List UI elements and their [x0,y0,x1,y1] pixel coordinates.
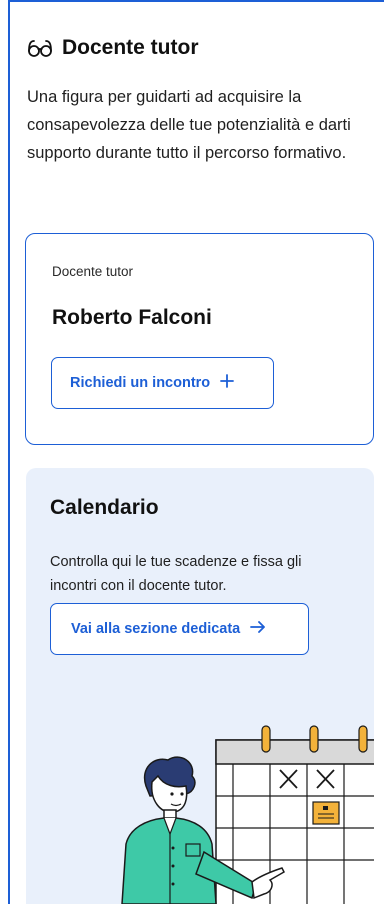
go-to-section-label: Vai alla sezione dedicata [71,621,241,637]
tutor-label: Docente tutor [52,264,134,279]
calendar-title: Calendario [50,496,159,519]
calendar-card: Calendario Controlla qui le tue scadenze… [26,468,374,904]
section-header: Docente tutor [27,36,199,60]
arrow-right-icon [250,620,266,638]
go-to-section-button[interactable]: Vai alla sezione dedicata [50,603,309,655]
request-meeting-button[interactable]: Richiedi un incontro [51,357,274,409]
page-title: Docente tutor [62,36,199,59]
calendar-person-illustration [121,725,374,904]
request-meeting-label: Richiedi un incontro [70,375,211,391]
tutor-name: Roberto Falconi [52,306,212,329]
tutor-card: Docente tutor Roberto Falconi Richiedi u… [25,233,374,445]
plus-icon [220,374,235,392]
calendar-description: Controlla qui le tue scadenze e fissa gl… [50,554,302,594]
intro-text: Una figura per guidarti ad acquisire la … [27,88,351,162]
glasses-icon [27,38,53,58]
